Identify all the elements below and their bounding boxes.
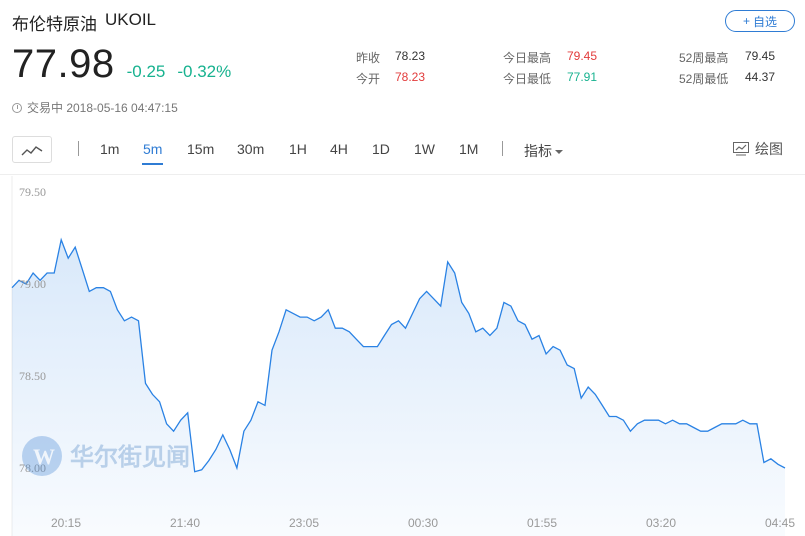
stat-label: 今开 (356, 72, 381, 86)
stat-value: 78.23 (395, 70, 426, 84)
period-1d[interactable]: 1D (372, 141, 390, 157)
period-15m[interactable]: 15m (187, 141, 214, 157)
period-1w[interactable]: 1W (414, 141, 435, 157)
y-tick-label: 78.50 (19, 369, 46, 383)
x-tick-label: 01:55 (527, 516, 557, 530)
stat-value: 79.45 (567, 49, 598, 63)
x-tick-label: 23:05 (289, 516, 319, 530)
price-row: 77.98 -0.25 -0.32% (12, 42, 231, 87)
x-tick-label: 20:15 (51, 516, 81, 530)
stat-value: 77.91 (567, 70, 598, 84)
stat-high: 今日最高 79.45 (503, 49, 597, 66)
y-tick-label: 79.50 (19, 185, 46, 199)
stat-open: 今开 78.23 (356, 70, 425, 87)
y-tick-label: 79.00 (19, 277, 46, 291)
last-price: 77.98 (12, 42, 115, 86)
price-change-percent: -0.32% (177, 62, 232, 81)
period-30m[interactable]: 30m (237, 141, 264, 157)
instrument-name: 布伦特原油 (12, 15, 97, 34)
x-tick-label: 00:30 (408, 516, 438, 530)
add-watchlist-label: 自选 (753, 14, 778, 29)
draw-button[interactable]: 绘图 (733, 139, 783, 159)
add-watchlist-button[interactable]: + 自选 (725, 10, 795, 32)
stat-52w-low: 52周最低 44.37 (679, 70, 775, 87)
plus-icon: + (742, 14, 750, 28)
period-1h[interactable]: 1H (289, 141, 307, 157)
trade-status-text: 交易中 2018-05-16 04:47:15 (27, 101, 178, 115)
stat-value: 78.23 (395, 49, 426, 63)
stat-label: 昨收 (356, 51, 381, 65)
trade-status: 交易中 2018-05-16 04:47:15 (12, 99, 178, 116)
chart-toolbar: 1m 5m 15m 30m 1H 4H 1D 1W 1M 指标 绘图 (12, 136, 805, 165)
instrument-code: UKOIL (105, 10, 157, 29)
price-change: -0.25 (126, 62, 166, 81)
x-tick-label: 21:40 (170, 516, 200, 530)
x-tick-label: 03:20 (646, 516, 676, 530)
stat-value: 79.45 (745, 49, 776, 63)
stat-52w-high: 52周最高 79.45 (679, 49, 775, 66)
draw-label: 绘图 (755, 141, 783, 157)
indicator-label: 指标 (524, 143, 552, 159)
price-chart[interactable]: 79.5079.0078.5078.00 20:15 21:40 23:05 00:3… (0, 176, 805, 536)
toolbar-divider (78, 141, 79, 156)
stat-label: 52周最高 (679, 51, 729, 65)
period-4h[interactable]: 4H (330, 141, 348, 157)
instrument-title: 布伦特原油 UKOIL (12, 10, 156, 35)
clock-icon (12, 102, 22, 113)
chevron-down-icon (555, 150, 563, 155)
watermark-text: 华尔街见闻 (70, 443, 190, 471)
stat-value: 44.37 (745, 70, 776, 84)
x-tick-label: 04:45 (765, 516, 795, 530)
toolbar-divider-line (0, 174, 805, 175)
line-chart-icon (21, 145, 43, 155)
indicator-dropdown[interactable]: 指标 (524, 141, 563, 161)
period-1mo[interactable]: 1M (459, 141, 478, 157)
stat-prev-close: 昨收 78.23 (356, 49, 425, 66)
chart-type-button[interactable] (12, 136, 52, 163)
stat-label: 今日最低 (503, 72, 552, 86)
drawing-tool-icon (733, 142, 749, 156)
toolbar-divider (502, 141, 503, 156)
watermark-logo-letter: W (33, 444, 55, 469)
stat-low: 今日最低 77.91 (503, 70, 597, 87)
period-5m[interactable]: 5m (141, 141, 164, 165)
period-1m[interactable]: 1m (100, 141, 119, 157)
stat-label: 今日最高 (503, 51, 552, 65)
stat-label: 52周最低 (679, 72, 729, 86)
